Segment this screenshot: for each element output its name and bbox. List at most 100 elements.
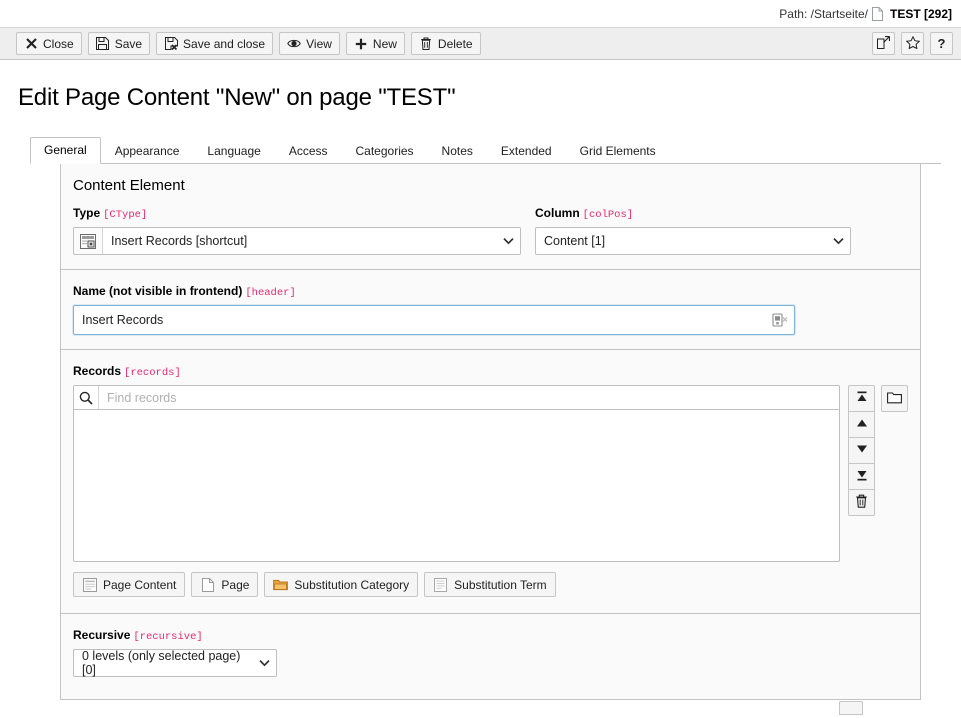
tab-categories-label: Categories [356, 144, 414, 158]
page-icon [200, 577, 215, 592]
recursive-label-text: Recursive [73, 628, 130, 642]
form-tabs: General Appearance Language Access Categ… [30, 138, 941, 164]
add-page-content-button[interactable]: Page Content [73, 572, 185, 597]
tab-appearance[interactable]: Appearance [101, 138, 194, 164]
star-icon [906, 36, 920, 52]
help-button[interactable]: ? [930, 32, 953, 55]
header-label-text: Name (not visible in frontend) [73, 284, 242, 298]
recursive-label: Recursive[recursive] [73, 628, 908, 644]
type-select-value: Insert Records [shortcut] [103, 228, 496, 254]
tab-grid-elements[interactable]: Grid Elements [566, 138, 670, 164]
type-field-key: [CType] [103, 209, 147, 221]
fieldgroup-records: Records[records] Find records [61, 350, 920, 614]
remove-selected-button[interactable] [848, 489, 875, 516]
move-up-button[interactable] [848, 411, 875, 438]
fieldgroup-recursive: Recursive[recursive] 0 levels (only sele… [61, 614, 920, 699]
header-input-value: Insert Records [82, 313, 770, 327]
close-x-icon [24, 37, 38, 51]
bottom-partial-button[interactable] [839, 701, 863, 715]
external-link-icon [877, 36, 890, 52]
page-content-icon [82, 577, 97, 592]
save-and-close-button-label: Save and close [183, 38, 265, 50]
save-and-close-button[interactable]: Save and close [156, 32, 273, 55]
view-button[interactable]: View [279, 32, 340, 55]
add-substitution-category-label: Substitution Category [294, 579, 409, 591]
eye-icon [287, 37, 301, 51]
tab-language[interactable]: Language [193, 138, 274, 164]
add-page-button[interactable]: Page [191, 572, 258, 597]
save-button[interactable]: Save [88, 32, 150, 55]
column-select-value: Content [1] [544, 234, 605, 248]
add-substitution-term-button[interactable]: Substitution Term [424, 572, 556, 597]
column-select[interactable]: Content [1] [535, 227, 851, 255]
reset-field-icon[interactable] [770, 310, 790, 330]
chevron-down-icon [496, 228, 520, 254]
tab-notes[interactable]: Notes [428, 138, 487, 164]
page-title: Edit Page Content "New" on page "TEST" [18, 84, 961, 112]
plus-icon [354, 37, 368, 51]
tab-categories[interactable]: Categories [342, 138, 428, 164]
add-substitution-term-label: Substitution Term [454, 579, 547, 591]
tab-access-label: Access [289, 144, 328, 158]
recursive-select-value: 0 levels (only selected page) [0] [82, 649, 253, 677]
recursive-field-key: [recursive] [133, 631, 202, 643]
type-label: Type[CType] [73, 206, 521, 222]
section-title-content-element: Content Element [73, 177, 908, 194]
form-tabs-wrapper: General Appearance Language Access Categ… [0, 138, 961, 700]
floppy-disk-close-icon [164, 37, 178, 51]
primary-actions: Close Save Save and close [16, 32, 481, 55]
move-down-button[interactable] [848, 437, 875, 464]
records-search[interactable]: Find records [73, 385, 840, 410]
tab-extended[interactable]: Extended [487, 138, 566, 164]
fieldgroup-header: Name (not visible in frontend)[header] I… [61, 270, 920, 350]
move-up-icon [855, 416, 869, 433]
tab-appearance-label: Appearance [115, 144, 180, 158]
page-header: Edit Page Content "New" on page "TEST" [0, 60, 961, 118]
tab-access[interactable]: Access [275, 138, 342, 164]
records-label-text: Records [73, 364, 121, 378]
content-element-icon [74, 228, 103, 254]
records-order-buttons [848, 385, 875, 516]
search-icon [74, 386, 99, 409]
path-label: Path: /Startseite/ [779, 7, 868, 21]
tab-extended-label: Extended [501, 144, 552, 158]
tab-general[interactable]: General [30, 137, 101, 164]
floppy-disk-icon [96, 37, 110, 51]
folder-orange-icon [273, 577, 288, 592]
type-colpos-row: Type[CType] [73, 206, 908, 255]
trash-icon [419, 37, 433, 51]
column-field-key: [colPos] [583, 209, 633, 221]
records-list[interactable] [73, 410, 840, 562]
move-to-top-button[interactable] [848, 385, 875, 412]
header-input[interactable]: Insert Records [73, 305, 795, 335]
chevron-down-icon [826, 237, 850, 245]
records-widget: Find records [73, 385, 908, 562]
module-toolbar: Close Save Save and close [0, 27, 961, 60]
records-field-key: [records] [124, 367, 181, 379]
tab-notes-label: Notes [442, 144, 473, 158]
path-page-name: TEST [292] [890, 7, 952, 21]
header-label: Name (not visible in frontend)[header] [73, 284, 908, 300]
records-search-input[interactable]: Find records [99, 386, 839, 409]
add-substitution-category-button[interactable]: Substitution Category [264, 572, 418, 597]
type-select[interactable]: Insert Records [shortcut] [73, 227, 521, 255]
recursive-select[interactable]: 0 levels (only selected page) [0] [73, 649, 277, 677]
chevron-down-icon [253, 659, 276, 667]
header-field-key: [header] [245, 287, 295, 299]
bookmark-button[interactable] [901, 32, 924, 55]
move-to-bottom-button[interactable] [848, 463, 875, 490]
new-button[interactable]: New [346, 32, 405, 55]
delete-button[interactable]: Delete [411, 32, 481, 55]
form-panel: Content Element Type[CType] [60, 163, 921, 700]
records-add-buttons: Page Content Page [73, 572, 908, 597]
move-to-bottom-icon [855, 468, 869, 485]
tab-general-label: General [44, 143, 87, 157]
close-button[interactable]: Close [16, 32, 82, 55]
tab-grid-elements-label: Grid Elements [580, 144, 656, 158]
records-controls [848, 385, 908, 516]
browse-records-button[interactable] [881, 385, 908, 412]
page-document-icon [872, 7, 883, 21]
add-page-content-label: Page Content [103, 579, 176, 591]
open-in-new-window-button[interactable] [872, 32, 895, 55]
secondary-actions: ? [872, 32, 953, 55]
